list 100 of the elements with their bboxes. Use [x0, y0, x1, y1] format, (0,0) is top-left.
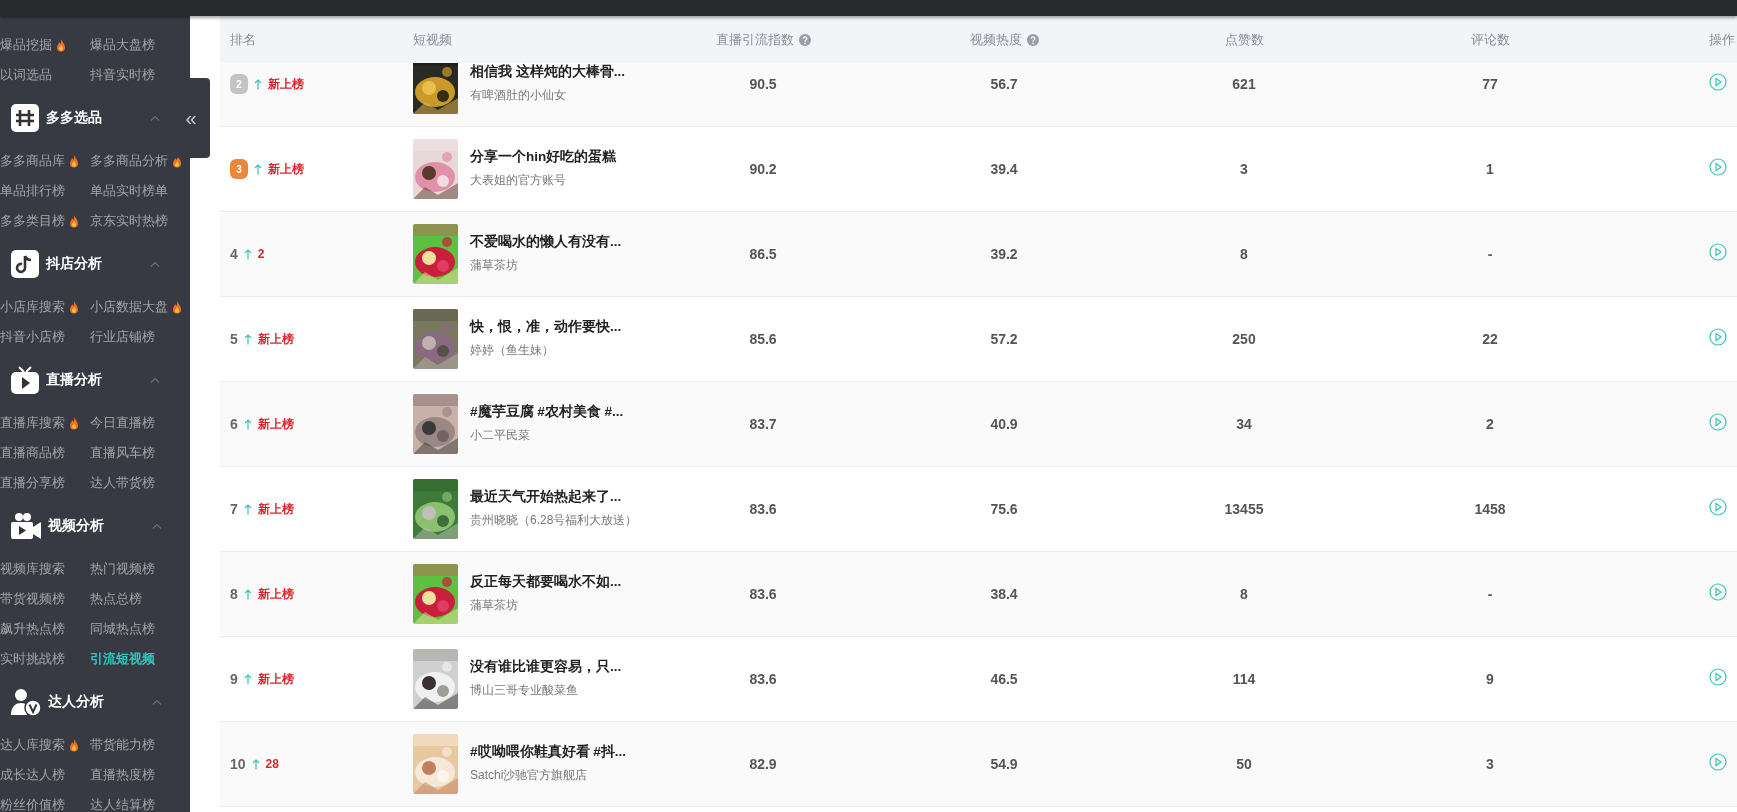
- user-badge-icon: [10, 687, 42, 717]
- rank-number: 7: [230, 501, 238, 517]
- nav-link[interactable]: 飙升热点榜: [0, 620, 65, 638]
- column-header: 点赞数: [1224, 30, 1264, 49]
- nav-link[interactable]: 热点总榜: [90, 590, 142, 608]
- chevron-up-icon[interactable]: [152, 523, 162, 529]
- table-cell-text: 114: [1231, 671, 1257, 687]
- nav-link[interactable]: 京东实时热榜: [90, 212, 168, 230]
- nav-link[interactable]: 成长达人榜: [0, 766, 65, 784]
- video-title[interactable]: 分享一个hin好吃的蛋糕: [470, 148, 655, 166]
- video-title[interactable]: 反正每天都要喝水不如...: [470, 573, 655, 591]
- help-icon[interactable]: [1026, 33, 1039, 46]
- collapse-button[interactable]: «: [185, 106, 197, 130]
- play-icon[interactable]: [1709, 498, 1727, 516]
- table-cell-text: 82.9: [748, 756, 778, 772]
- nav-link[interactable]: 单品实时榜单: [90, 182, 168, 200]
- nav-link[interactable]: 视频库搜索: [0, 560, 65, 578]
- play-icon[interactable]: [1709, 243, 1727, 261]
- nav-link[interactable]: 以词选品: [0, 66, 52, 84]
- play-icon[interactable]: [1709, 413, 1727, 431]
- table-cell-text: 2: [1485, 416, 1495, 432]
- help-icon[interactable]: [798, 33, 811, 46]
- nav-link[interactable]: 今日直播榜: [90, 414, 155, 432]
- table-cell-text: 3: [1239, 161, 1249, 177]
- fire-icon: [69, 214, 79, 228]
- nav-link[interactable]: 达人带货榜: [90, 474, 155, 492]
- table-cell-text: 250: [1231, 331, 1257, 347]
- author-name: 蒲草茶坊: [470, 597, 519, 614]
- table-cell-text: 86.5: [748, 246, 778, 262]
- nav-link[interactable]: 带货视频榜: [0, 590, 65, 608]
- play-icon[interactable]: [1709, 328, 1727, 346]
- author-name: 小二平民菜: [470, 427, 531, 444]
- rank-change: 新上榜: [268, 160, 304, 178]
- table-cell-text: 50: [1235, 756, 1253, 772]
- author-name: 贵州晓晓（6.28号福利大放送）: [470, 512, 639, 529]
- video-camera-icon: [10, 511, 42, 541]
- author-name: Satchi沙驰官方旗舰店: [470, 767, 589, 784]
- nav-link[interactable]: 抖音实时榜: [90, 66, 155, 84]
- chevron-up-icon[interactable]: [150, 261, 160, 267]
- column-header: 排名: [230, 30, 256, 49]
- nav-link[interactable]: 多多类目榜: [0, 212, 79, 230]
- section-title: 多多选品: [46, 109, 103, 127]
- rank-number: 8: [230, 586, 238, 602]
- video-title[interactable]: #魔芋豆腐 #农村美食 #...: [470, 403, 655, 421]
- video-title[interactable]: #哎呦喂你鞋真好看 #抖...: [470, 743, 655, 761]
- nav-link[interactable]: 小店数据大盘: [90, 298, 182, 316]
- rank-change: 新上榜: [257, 670, 294, 688]
- nav-link[interactable]: 单品排行榜: [0, 182, 65, 200]
- nav-link[interactable]: 直播分享榜: [0, 474, 65, 492]
- nav-link[interactable]: 爆品大盘榜: [90, 36, 155, 54]
- video-title[interactable]: 不爱喝水的懒人有没有...: [470, 233, 655, 251]
- chevron-up-icon[interactable]: [150, 377, 160, 383]
- table-cell-text: 54.9: [989, 756, 1019, 772]
- play-icon[interactable]: [1709, 583, 1727, 601]
- play-icon[interactable]: [1709, 668, 1727, 686]
- chevron-up-icon[interactable]: [152, 699, 162, 705]
- video-title[interactable]: 快，恨，准，动作要快...: [470, 318, 655, 336]
- table-cell-text: 34: [1235, 416, 1253, 432]
- nav-link[interactable]: 直播热度榜: [90, 766, 155, 784]
- nav-link[interactable]: 爆品挖掘: [0, 36, 66, 54]
- nav-link[interactable]: 直播商品榜: [0, 444, 65, 462]
- fire-icon: [56, 38, 66, 52]
- nav-link[interactable]: 行业店铺榜: [90, 328, 155, 346]
- nav-link[interactable]: 实时挑战榜: [0, 650, 65, 668]
- table-cell-text: 57.2: [989, 331, 1019, 347]
- table-cell-text: 13455: [1223, 501, 1265, 517]
- table-cell-text: 46.5: [989, 671, 1019, 687]
- nav-link[interactable]: 同城热点榜: [90, 620, 155, 638]
- fire-icon: [69, 154, 79, 168]
- nav-link[interactable]: 引流短视频: [90, 650, 155, 668]
- author-name: 大表姐的官方账号: [470, 172, 567, 189]
- nav-link[interactable]: 带货能力榜: [90, 736, 155, 754]
- section-title: 直播分析: [46, 371, 103, 389]
- nav-link[interactable]: 小店库搜索: [0, 298, 79, 316]
- chevron-up-icon[interactable]: [150, 115, 160, 121]
- video-title[interactable]: 最近天气开始热起来了...: [470, 488, 655, 506]
- fire-icon: [69, 416, 79, 430]
- play-icon[interactable]: [1709, 73, 1727, 91]
- fire-icon: [172, 300, 182, 314]
- table-cell-text: 90.5: [748, 76, 778, 92]
- nav-link[interactable]: 达人库搜索: [0, 736, 79, 754]
- nav-link[interactable]: 多多商品库: [0, 152, 79, 170]
- tv-play-icon: [10, 365, 40, 395]
- nav-link[interactable]: 抖音小店榜: [0, 328, 65, 346]
- table-cell-text: 75.6: [989, 501, 1019, 517]
- column-header: 短视频: [413, 30, 452, 49]
- table-cell-text: 83.6: [748, 501, 778, 517]
- nav-link[interactable]: 直播库搜索: [0, 414, 79, 432]
- table-cell-text: 83.7: [748, 416, 778, 432]
- nav-link[interactable]: 热门视频榜: [90, 560, 155, 578]
- play-icon[interactable]: [1709, 158, 1727, 176]
- rank-change: 新上榜: [257, 415, 294, 433]
- play-icon[interactable]: [1709, 753, 1727, 771]
- nav-link[interactable]: 粉丝价值榜: [0, 796, 65, 812]
- table-cell-text: -: [1486, 586, 1494, 602]
- nav-link[interactable]: 达人结算榜: [90, 796, 155, 812]
- rank-change: 新上榜: [268, 75, 304, 93]
- nav-link[interactable]: 直播风车榜: [90, 444, 155, 462]
- video-title[interactable]: 没有谁比谁更容易，只...: [470, 658, 655, 676]
- video-title[interactable]: 相信我 这样炖的大棒骨...: [470, 63, 655, 81]
